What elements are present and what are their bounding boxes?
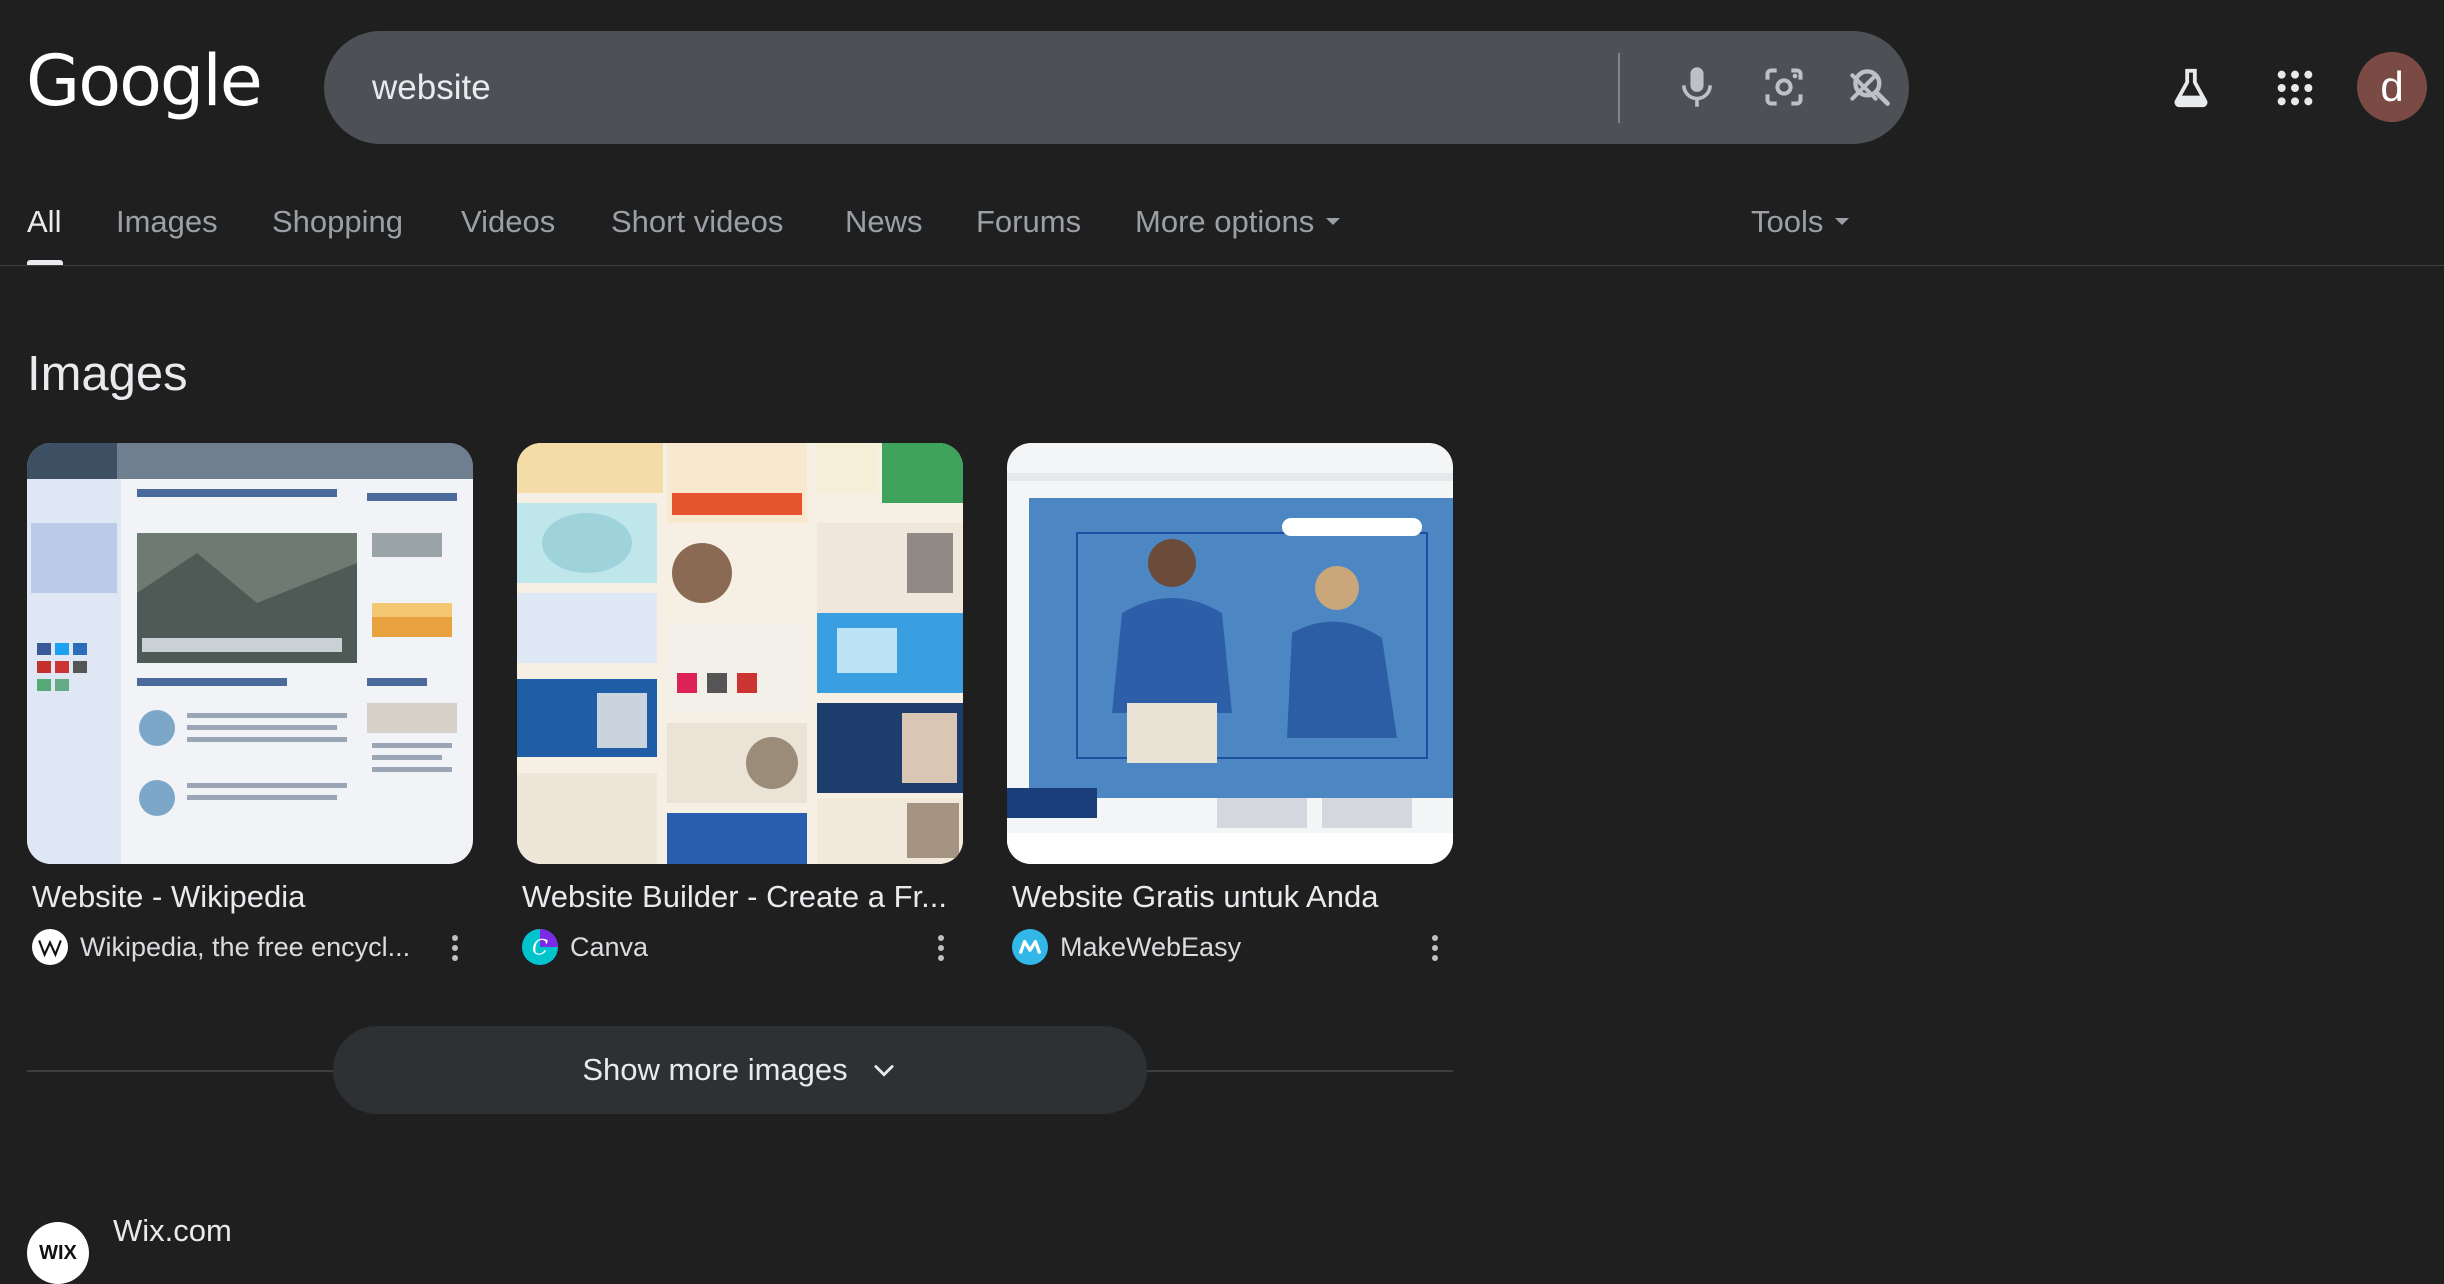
apps-grid-icon[interactable] [2268,52,2322,124]
image-result-title[interactable]: Website Gratis untuk Anda [1012,879,1452,915]
image-result-source[interactable]: MakeWebEasy [1012,929,1241,965]
makewebeasy-favicon-icon [1012,929,1048,965]
tabs-divider [0,265,2444,266]
tab-videos[interactable]: Videos [461,202,555,242]
more-vert-icon[interactable] [929,933,953,963]
tab-shopping[interactable]: Shopping [272,202,403,242]
tab-more-options-label: More options [1135,204,1315,239]
search-input[interactable] [370,55,1524,121]
google-logo[interactable]: Google [26,46,263,116]
canva-favicon-icon: C [522,929,558,965]
image-result-title[interactable]: Website - Wikipedia [32,879,472,915]
show-more-images-label: Show more images [582,1052,848,1087]
more-vert-icon[interactable] [1423,933,1447,963]
microphone-icon[interactable] [1670,60,1724,114]
search-divider [1618,53,1620,123]
tab-forums[interactable]: Forums [976,202,1081,242]
show-more-images-button[interactable]: Show more images [333,1026,1147,1114]
wikipedia-favicon-icon [32,929,68,965]
image-result-source[interactable]: Wikipedia, the free encycl... [32,929,410,965]
labs-flask-icon[interactable] [2164,52,2218,124]
image-result-source-name: Canva [570,931,649,962]
tab-more-options[interactable]: More options [1135,202,1341,242]
image-result-card[interactable]: Website - Wikipedia Wikipedia, the free … [27,443,473,965]
svg-text:C: C [532,936,548,960]
tools-button[interactable]: Tools [1751,202,1850,242]
image-result-card[interactable]: Website Gratis untuk Anda MakeWebEasy [1007,443,1453,965]
search-icon[interactable] [1844,60,1898,114]
image-result-title[interactable]: Website Builder - Create a Fr... [522,879,962,915]
image-result-thumbnail[interactable] [27,443,473,864]
account-avatar[interactable]: d [2357,52,2427,122]
caret-down-icon [1326,218,1341,226]
more-vert-icon[interactable] [443,933,467,963]
image-result-card[interactable]: Website Builder - Create a Fr... C Canva [517,443,963,965]
tab-news[interactable]: News [845,202,923,242]
caret-down-icon [1835,218,1850,226]
image-result-thumbnail[interactable] [1007,443,1453,864]
tab-images[interactable]: Images [116,202,218,242]
lens-icon[interactable] [1757,60,1811,114]
result-site-name[interactable]: Wix.com [113,1213,232,1249]
chevron-down-icon [870,1056,898,1084]
tools-label: Tools [1751,204,1824,239]
images-section-title: Images [27,347,188,401]
tab-short-videos[interactable]: Short videos [611,202,783,242]
image-result-source-name: Wikipedia, the free encycl... [80,931,411,962]
tab-all[interactable]: All [27,202,61,242]
image-result-thumbnail[interactable] [517,443,963,864]
image-result-source[interactable]: C Canva [522,929,648,965]
image-result-source-name: MakeWebEasy [1060,931,1242,962]
wix-favicon-icon: WIX [27,1222,89,1284]
search-bar [324,31,1909,144]
search-tabs: All Images Shopping Videos Short videos … [0,190,2444,266]
